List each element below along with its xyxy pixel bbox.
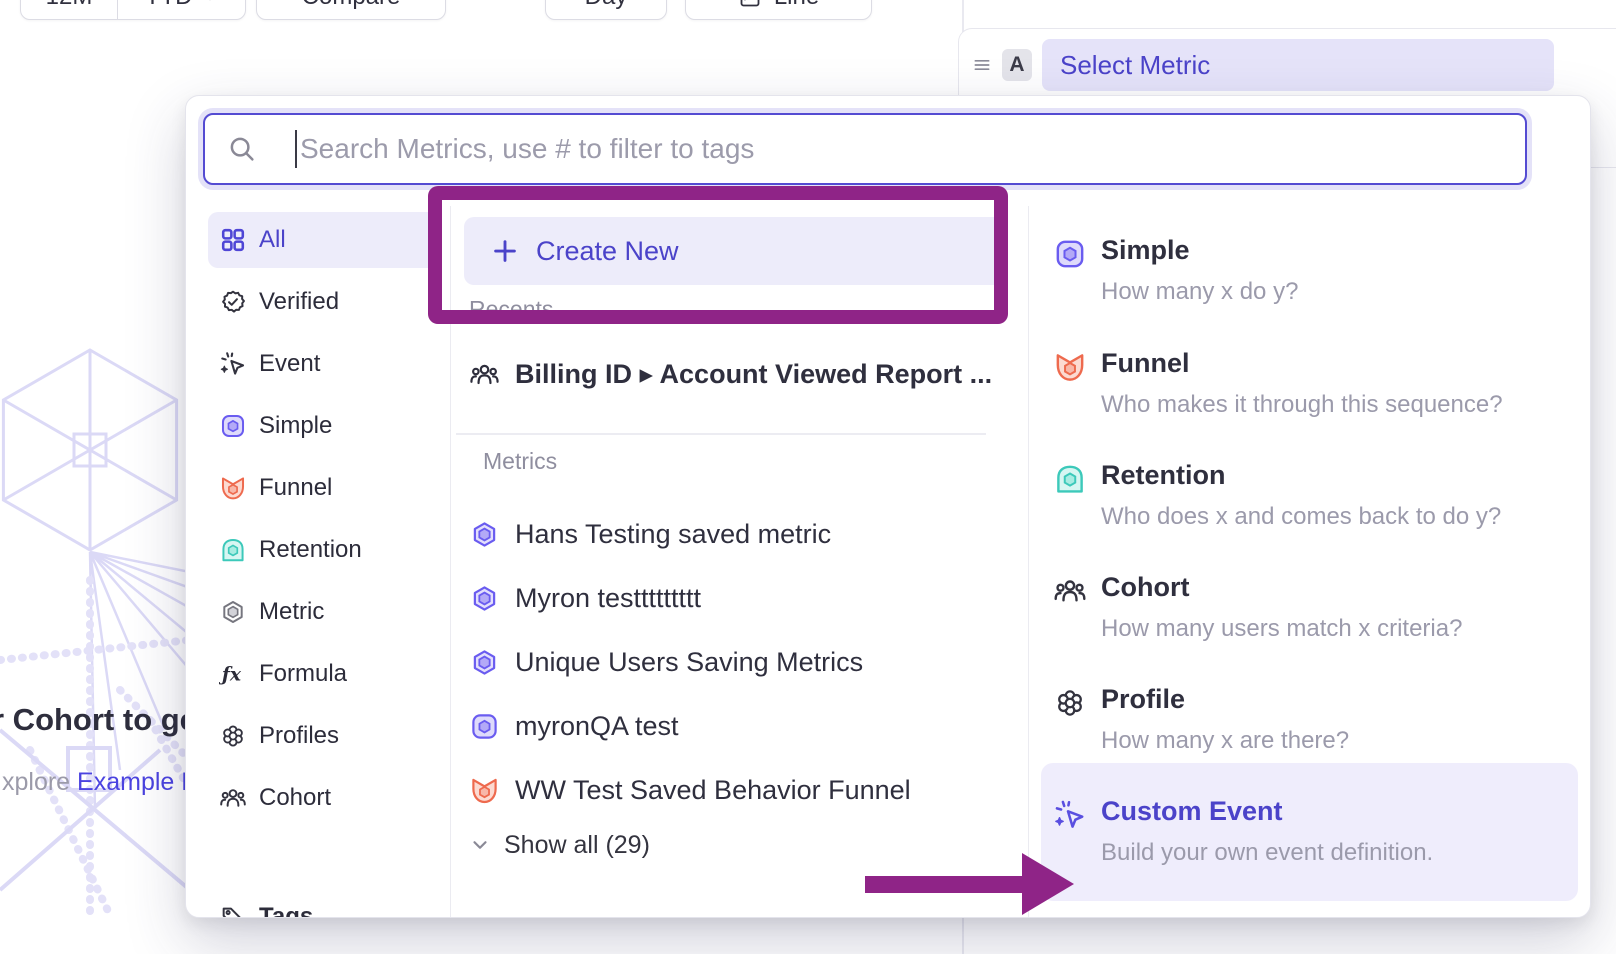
line-chart-type-button[interactable]: Line [685,0,872,20]
drag-handle-icon[interactable] [972,55,992,75]
metric-hexagon-icon [219,598,247,626]
funnel-icon [1053,350,1087,384]
grid-icon [219,226,247,254]
metric-search-input[interactable] [300,133,1525,165]
metric-list-item[interactable]: WW Test Saved Behavior Funnel [469,770,911,810]
metric-list-item[interactable]: Myron testtttttttt [469,578,701,618]
profiles-icon [1053,686,1087,720]
simple-icon [219,412,247,440]
sidebar-item-event[interactable]: Event [208,336,438,392]
recent-item-billing-id[interactable]: Billing ID ▸ Account Viewed Report ... [469,354,992,394]
text-caret [295,130,297,168]
type-item-custom-event[interactable]: Custom Event Build your own event defini… [1038,796,1583,867]
empty-state-illustration [0,330,190,920]
sidebar-item-cohort[interactable]: Cohort [208,770,438,826]
metric-search-box[interactable] [203,113,1527,185]
sidebar-item-funnel[interactable]: Funnel [208,460,438,516]
background-heading-fragment: r Cohort to ge [0,702,197,738]
sidebar-item-tags[interactable]: Tags [208,889,438,918]
profiles-icon [219,722,247,750]
custom-event-icon [1053,798,1087,832]
sidebar-item-profiles[interactable]: Profiles [208,708,438,764]
type-item-funnel[interactable]: Funnel Who makes it through this sequenc… [1038,348,1583,419]
sidebar-item-simple[interactable]: Simple [208,398,438,454]
formula-icon [219,660,247,688]
metrics-section-label: Metrics [483,448,557,475]
app-root: 12M YTD Compare Day Line A Select Metric [0,0,1616,954]
chevron-down-icon [201,0,219,6]
range-ytd-button[interactable]: YTD [118,0,245,19]
day-granularity-button[interactable]: Day [545,0,667,20]
funnel-icon [219,474,247,502]
sidebar-item-verified[interactable]: Verified [208,274,438,330]
show-all-toggle[interactable]: Show all (29) [469,829,650,861]
cohort-icon [1053,574,1087,608]
cohort-icon [219,784,247,812]
chevron-down-icon [469,834,491,856]
search-icon [227,134,257,164]
sidebar-item-metric[interactable]: Metric [208,584,438,640]
compare-button[interactable]: Compare [256,0,446,20]
metric-list-item[interactable]: myronQA test [469,706,679,746]
sidebar-item-formula[interactable]: Formula [208,646,438,702]
event-cursor-icon [219,350,247,378]
recents-metrics-divider [456,433,986,435]
annotation-arrow [865,876,1025,893]
metric-hexagon-icon [469,583,500,614]
background-explore-line: xplore Example R [2,768,199,797]
select-metric-button[interactable]: Select Metric [1042,39,1554,91]
example-reports-link[interactable]: Example R [77,768,199,796]
retention-icon [1053,462,1087,496]
metric-list-item[interactable]: Hans Testing saved metric [469,514,831,554]
type-item-simple[interactable]: Simple How many x do y? [1038,235,1583,306]
annotation-arrowhead [1022,853,1074,915]
sidebar-item-retention[interactable]: Retention [208,522,438,578]
funnel-icon [469,775,500,806]
metric-hexagon-icon [469,647,500,678]
category-sidebar: All Verified Event Simple Funnel Retenti… [186,206,451,918]
type-item-cohort[interactable]: Cohort How many users match x criteria? [1038,572,1583,643]
retention-icon [219,536,247,564]
recents-section-label: Recents [469,296,553,323]
metric-hexagon-icon [469,519,500,550]
plus-icon [490,236,520,266]
verified-badge-icon [219,288,247,316]
tag-icon [219,903,247,918]
simple-icon [469,711,500,742]
line-chart-icon [738,0,762,9]
range-12m-button[interactable]: 12M [21,0,118,19]
type-item-profile[interactable]: Profile How many x are there? [1038,684,1583,755]
select-metric-dropdown: All Verified Event Simple Funnel Retenti… [185,95,1591,918]
type-item-retention[interactable]: Retention Who does x and comes back to d… [1038,460,1583,531]
cohort-icon [469,359,500,390]
metric-query-row: A Select Metric [972,40,1554,90]
create-new-button[interactable]: Create New [464,217,1004,285]
simple-icon [1053,237,1087,271]
row-letter-badge: A [1002,49,1032,81]
date-range-segmented-control[interactable]: 12M YTD [20,0,246,20]
metric-list-item[interactable]: Unique Users Saving Metrics [469,642,863,682]
sidebar-item-all[interactable]: All [208,212,438,268]
